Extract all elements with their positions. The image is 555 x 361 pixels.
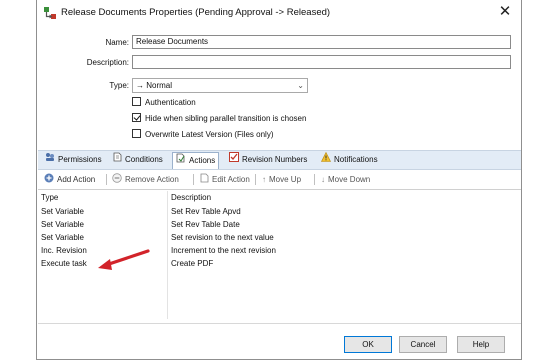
cell-type: Set Variable xyxy=(41,220,84,229)
cell-type: Set Variable xyxy=(41,207,84,216)
toolbar-separator xyxy=(255,174,256,185)
conditions-icon xyxy=(113,152,122,167)
type-value: → Normal xyxy=(136,81,173,90)
toolbar-separator xyxy=(106,174,107,185)
add-action-button[interactable]: Add Action xyxy=(44,173,95,186)
checkbox-label: Hide when sibling parallel transition is… xyxy=(145,114,307,123)
actions-icon xyxy=(176,153,186,168)
permissions-icon xyxy=(45,152,55,167)
close-icon[interactable]: ✕ xyxy=(495,3,515,21)
authentication-checkbox[interactable]: Authentication xyxy=(132,97,196,110)
chevron-down-icon: ⌄ xyxy=(297,81,304,90)
cell-description: Set Rev Table Date xyxy=(171,220,240,229)
arrow-up-icon: ↑ xyxy=(262,175,266,185)
cancel-button[interactable]: Cancel xyxy=(399,336,447,353)
properties-dialog: Release Documents Properties (Pending Ap… xyxy=(36,0,522,360)
checkbox-label: Authentication xyxy=(145,98,196,107)
notifications-icon xyxy=(321,152,331,167)
cell-type: Inc. Revision xyxy=(41,246,87,255)
overwrite-latest-checkbox[interactable]: Overwrite Latest Version (Files only) xyxy=(132,129,274,142)
revision-numbers-icon xyxy=(229,152,239,167)
description-field[interactable] xyxy=(132,55,511,69)
column-divider xyxy=(167,191,168,319)
tab-conditions[interactable]: Conditions xyxy=(110,152,166,167)
tab-permissions[interactable]: Permissions xyxy=(42,152,105,167)
add-action-label: Add Action xyxy=(57,175,96,185)
hide-sibling-checkbox[interactable]: Hide when sibling parallel transition is… xyxy=(132,113,307,126)
tab-label: Notifications xyxy=(334,155,378,164)
remove-icon xyxy=(112,173,122,187)
move-down-label: Move Down xyxy=(328,175,371,184)
title-bar: Release Documents Properties (Pending Ap… xyxy=(37,0,521,26)
cell-type: Execute task xyxy=(41,259,87,268)
move-up-label: Move Up xyxy=(269,175,302,184)
cell-description: Increment to the next revision xyxy=(171,246,276,255)
move-down-button[interactable]: ↓ Move Down xyxy=(321,173,370,186)
arrow-down-icon: ↓ xyxy=(321,175,325,185)
actions-toolbar: Add Action Remove Action Edit Action ↑ Mo… xyxy=(38,170,521,190)
remove-action-button[interactable]: Remove Action xyxy=(112,173,179,186)
checkbox-box xyxy=(132,97,141,107)
cell-description: Create PDF xyxy=(171,259,214,268)
name-label: Name: xyxy=(105,38,129,47)
add-icon xyxy=(44,173,54,187)
move-up-button[interactable]: ↑ Move Up xyxy=(262,173,301,186)
checkbox-box xyxy=(132,113,141,123)
window-title: Release Documents Properties (Pending Ap… xyxy=(61,7,331,18)
toolbar-separator xyxy=(193,174,194,185)
edit-action-button[interactable]: Edit Action xyxy=(200,173,250,186)
tab-label: Permissions xyxy=(58,155,102,164)
column-header-type[interactable]: Type xyxy=(41,193,58,202)
checkbox-box xyxy=(132,129,141,139)
type-label: Type: xyxy=(109,81,129,90)
tab-actions[interactable]: Actions xyxy=(172,152,220,169)
tab-revision-numbers[interactable]: Revision Numbers xyxy=(226,152,310,167)
description-label: Description: xyxy=(86,58,129,67)
help-button[interactable]: Help xyxy=(457,336,505,353)
edit-action-label: Edit Action xyxy=(212,175,250,185)
cell-description: Set Rev Table Apvd xyxy=(171,207,241,216)
remove-action-label: Remove Action xyxy=(125,175,179,185)
transition-icon xyxy=(43,6,57,20)
name-field[interactable]: Release Documents xyxy=(132,35,511,49)
tab-bar: Permissions Conditions Actions Revision … xyxy=(38,150,521,170)
edit-icon xyxy=(200,173,209,187)
toolbar-separator xyxy=(314,174,315,185)
column-header-description[interactable]: Description xyxy=(171,193,211,202)
cell-type: Set Variable xyxy=(41,233,84,242)
ok-button[interactable]: OK xyxy=(344,336,392,353)
type-select[interactable]: → Normal ⌄ xyxy=(132,78,308,93)
tab-label: Revision Numbers xyxy=(242,155,308,164)
tab-label: Actions xyxy=(189,156,216,165)
tab-notifications[interactable]: Notifications xyxy=(318,152,381,167)
tab-label: Conditions xyxy=(125,155,163,164)
actions-table: Type Description Set Variable Set Rev Ta… xyxy=(38,191,521,321)
cell-description: Set revision to the next value xyxy=(171,233,274,242)
checkbox-label: Overwrite Latest Version (Files only) xyxy=(145,130,274,139)
footer-divider xyxy=(38,323,521,324)
